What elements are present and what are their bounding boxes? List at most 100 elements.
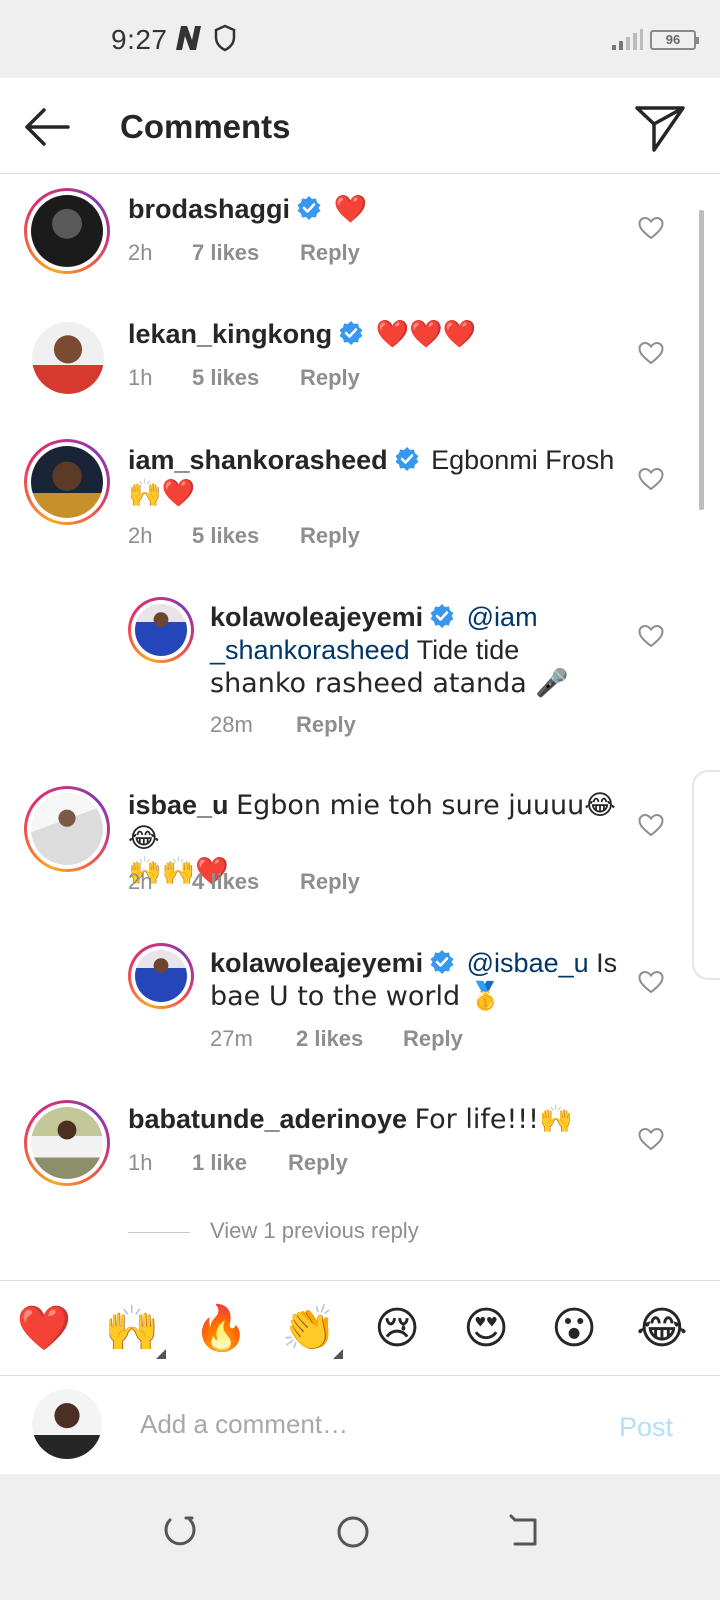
crying-emoji-button[interactable]: 😢: [369, 1301, 425, 1357]
comment-username[interactable]: isbae_u: [128, 790, 229, 820]
fire-emoji-button[interactable]: 🔥: [193, 1301, 249, 1357]
comment-username[interactable]: brodashaggi: [128, 194, 290, 224]
comment-username[interactable]: babatunde_aderinoye: [128, 1104, 407, 1134]
heart-outline-icon[interactable]: [638, 341, 664, 365]
reply-button[interactable]: Reply: [300, 869, 360, 895]
comment-text: ❤️: [333, 194, 368, 225]
view-replies-label: View 1 previous reply: [210, 1218, 419, 1243]
post-button[interactable]: Post: [619, 1412, 673, 1443]
verified-badge-icon: [395, 447, 419, 471]
clap-emoji-button[interactable]: 👏: [281, 1301, 343, 1359]
surprised-emoji-button[interactable]: 😮: [546, 1301, 602, 1357]
avatar[interactable]: [32, 322, 104, 394]
heart-emoji-button[interactable]: ❤️: [16, 1301, 72, 1357]
status-bar: 9:27 96: [0, 0, 720, 78]
avatar[interactable]: [24, 1100, 110, 1186]
system-nav-bar: [0, 1474, 720, 1600]
reply-button[interactable]: Reply: [300, 523, 360, 549]
verified-badge-icon: [339, 321, 363, 345]
likes-count[interactable]: 5 likes: [192, 365, 300, 391]
heart-outline-icon[interactable]: [638, 1127, 664, 1151]
likes-count[interactable]: 4 likes: [192, 869, 300, 895]
comment-meta: 2h 4 likes Reply: [128, 869, 360, 895]
verified-badge-icon: [297, 196, 321, 220]
shield-icon: [214, 24, 236, 52]
reply-button[interactable]: Reply: [300, 240, 360, 266]
heart-outline-icon[interactable]: [638, 216, 664, 240]
app-header: Comments: [0, 78, 720, 174]
view-previous-replies[interactable]: View 1 previous reply: [128, 1218, 419, 1244]
comment-text-emoji: 🙌❤️: [128, 478, 196, 509]
comment-text-cont: shanko rasheed atanda 🎤: [210, 668, 570, 699]
likes-count[interactable]: 1 like: [192, 1150, 288, 1176]
verified-badge-icon: [430, 604, 454, 628]
comment-username[interactable]: kolawoleajeyemi: [210, 602, 423, 632]
page-title: Comments: [120, 108, 291, 145]
comment-meta: 27m 2 likes Reply: [210, 1026, 463, 1052]
skin-tone-indicator: [333, 1349, 343, 1359]
avatar[interactable]: [128, 943, 194, 1009]
comment-time: 1h: [128, 1150, 153, 1175]
paper-plane-icon[interactable]: [632, 100, 688, 156]
battery-icon: 96: [650, 30, 699, 50]
clap-icon: 👏: [281, 1303, 337, 1354]
comment-meta: 28m Reply: [210, 712, 356, 738]
heart-eyes-emoji-button[interactable]: 😍: [458, 1301, 514, 1357]
heart-outline-icon[interactable]: [638, 970, 664, 994]
heart-outline-icon[interactable]: [638, 624, 664, 648]
avatar[interactable]: [128, 597, 194, 663]
emoji-quick-bar: ❤️ 🙌 🔥 👏 😢 😍 😮 😂: [0, 1280, 720, 1376]
n-icon: [176, 26, 201, 50]
signal-icon: [612, 29, 643, 50]
status-time: 9:27: [111, 24, 168, 55]
heart-outline-icon[interactable]: [638, 467, 664, 491]
comment-time: 2h: [128, 523, 153, 548]
recent-apps-icon[interactable]: [152, 1504, 208, 1560]
avatar[interactable]: [24, 439, 110, 525]
likes-count[interactable]: 2 likes: [296, 1026, 403, 1052]
edge-panel-handle[interactable]: [692, 770, 720, 980]
comment-meta: 1h 5 likes Reply: [128, 365, 360, 391]
scrollbar[interactable]: [699, 210, 704, 510]
raised-hands-icon: 🙌: [104, 1303, 160, 1354]
comment-username[interactable]: kolawoleajeyemi: [210, 948, 423, 978]
comment-text: Tide tide: [409, 635, 520, 665]
arrow-left-icon[interactable]: [20, 100, 74, 154]
mention-link[interactable]: @isbae_u: [467, 948, 589, 978]
likes-count[interactable]: 7 likes: [192, 240, 300, 266]
comment-time: 2h: [128, 240, 153, 265]
avatar[interactable]: [24, 188, 110, 274]
comment-meta: 2h 5 likes Reply: [128, 523, 360, 549]
likes-count[interactable]: 5 likes: [192, 523, 300, 549]
comment-text: For life!!!🙌: [414, 1104, 573, 1135]
verified-badge-icon: [430, 950, 454, 974]
mention-link[interactable]: @iam: [467, 602, 538, 632]
back-nav-icon[interactable]: [497, 1504, 553, 1560]
comment-meta: 2h 7 likes Reply: [128, 240, 360, 266]
comment-input[interactable]: [140, 1402, 580, 1446]
comment-composer: Post: [0, 1376, 720, 1474]
divider: [128, 1231, 190, 1233]
reply-button[interactable]: Reply: [403, 1026, 463, 1052]
reply-button[interactable]: Reply: [300, 365, 360, 391]
home-icon[interactable]: [325, 1504, 381, 1560]
comment-time: 27m: [210, 1026, 253, 1051]
avatar[interactable]: [24, 786, 110, 872]
comment-text: ❤️❤️❤️: [375, 319, 477, 350]
comment-text-cont: bae U to the world 🥇: [210, 981, 503, 1012]
comment-text: Egbonmi Frosh: [431, 445, 615, 475]
comment-text: Is: [588, 948, 618, 978]
reply-button[interactable]: Reply: [288, 1150, 348, 1176]
comment-time: 28m: [210, 712, 253, 737]
comment-time: 2h: [128, 869, 153, 894]
heart-outline-icon[interactable]: [638, 813, 664, 837]
comment-username[interactable]: iam_shankorasheed: [128, 445, 388, 475]
raised-hands-emoji-button[interactable]: 🙌: [104, 1301, 166, 1359]
mention-link-cont[interactable]: _shankorasheed: [210, 635, 410, 665]
comment-meta: 1h 1 like Reply: [128, 1150, 348, 1176]
comment-username[interactable]: lekan_kingkong: [128, 319, 332, 349]
laughing-emoji-button[interactable]: 😂: [634, 1301, 690, 1357]
reply-button[interactable]: Reply: [296, 712, 356, 738]
avatar: [32, 1389, 102, 1459]
comment-time: 1h: [128, 365, 153, 390]
